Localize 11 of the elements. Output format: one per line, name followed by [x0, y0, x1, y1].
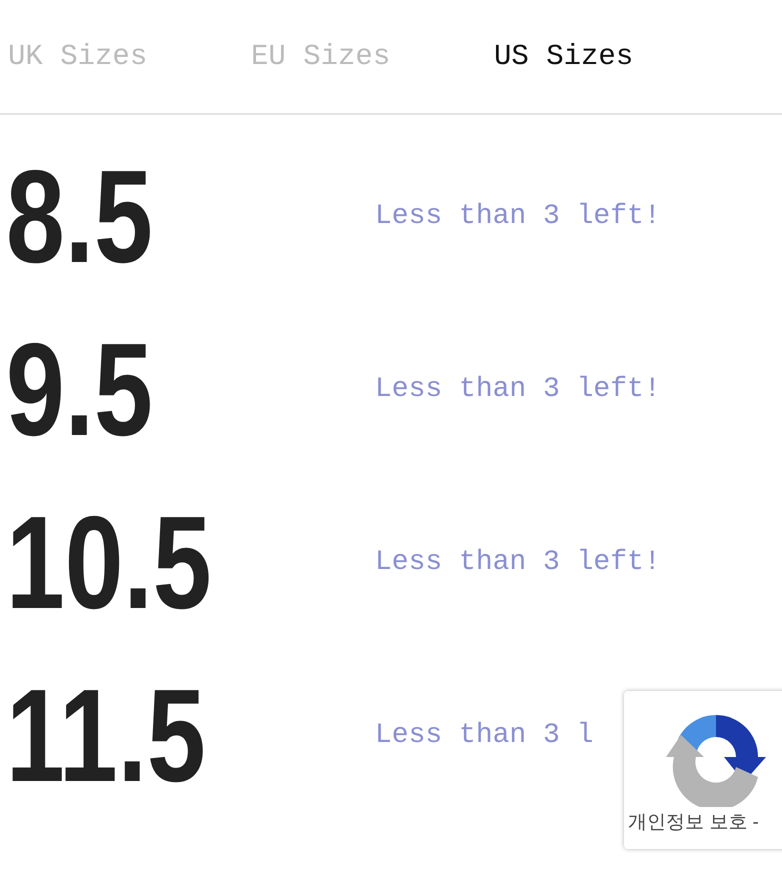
privacy-label: 개인정보 보호 - — [628, 811, 759, 835]
stock-notice: Less than 3 l — [375, 718, 594, 752]
size-number: 9.5 — [6, 324, 153, 456]
size-number: 10.5 — [6, 496, 212, 628]
stock-notice: Less than 3 left! — [375, 200, 662, 234]
size-number: 11.5 — [6, 670, 206, 802]
size-tab[interactable]: US Sizes — [486, 34, 729, 78]
recaptcha-badge[interactable]: 개인정보 보호 - — [624, 691, 782, 849]
size-number: 8.5 — [6, 150, 153, 282]
stock-notice: Less than 3 left! — [375, 372, 662, 406]
stock-notice: Less than 3 left! — [375, 546, 662, 580]
